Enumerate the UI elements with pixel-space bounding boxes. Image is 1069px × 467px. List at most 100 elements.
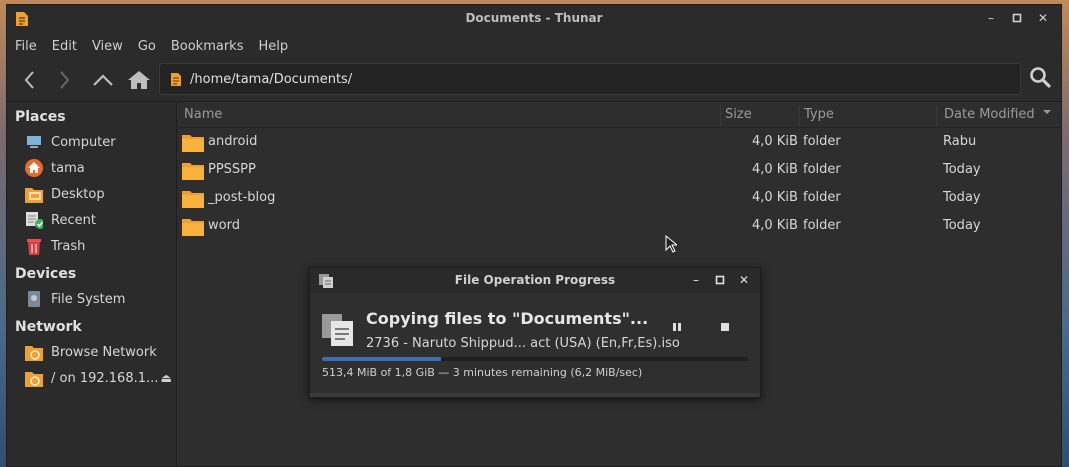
folder-icon	[182, 190, 204, 212]
sidebar-item-browse-network[interactable]: Browse Network	[7, 339, 176, 365]
column-date[interactable]: Date Modified	[944, 107, 1035, 122]
copy-files-icon	[321, 313, 355, 351]
devices-header: Devices	[15, 266, 77, 282]
close-icon[interactable]: ✕	[736, 272, 752, 288]
pause-button[interactable]	[672, 321, 682, 336]
sidebar: Places Computer tama Desktop Recent Tras…	[7, 101, 177, 466]
eject-icon[interactable]: ⏏	[161, 371, 172, 385]
title-bar[interactable]: Documents - Thunar – ✕	[7, 5, 1061, 32]
menu-view[interactable]: View	[92, 39, 123, 54]
sidebar-item-label: Computer	[51, 134, 116, 150]
recent-icon	[25, 211, 43, 229]
chevron-up-icon	[93, 74, 113, 86]
file-type: folder	[803, 134, 841, 149]
column-name[interactable]: Name	[184, 107, 222, 122]
file-name: _post-blog	[208, 190, 276, 205]
column-headers: Name Size Type Date Modified	[178, 102, 1061, 128]
window-title: Documents - Thunar	[465, 11, 603, 25]
sidebar-item-label: Browse Network	[51, 344, 157, 360]
file-size: 4,0 KiB	[752, 218, 798, 233]
network-folder-icon	[25, 343, 43, 361]
computer-icon	[25, 133, 43, 151]
sidebar-item-label: File System	[51, 291, 126, 307]
back-button[interactable]	[13, 64, 45, 96]
home-button[interactable]	[123, 64, 155, 96]
home-folder-icon	[25, 159, 43, 177]
folder-icon	[182, 162, 204, 184]
sidebar-item-computer[interactable]: Computer	[7, 129, 176, 155]
progress-bar	[322, 357, 748, 361]
folder-icon	[182, 134, 204, 156]
search-button[interactable]	[1029, 66, 1051, 92]
minimize-icon[interactable]: –	[983, 10, 999, 26]
menu-bookmarks[interactable]: Bookmarks	[171, 39, 244, 54]
file-row[interactable]: word 4,0 KiB folder Today	[178, 212, 1061, 240]
column-type[interactable]: Type	[804, 107, 834, 122]
sidebar-item-recent[interactable]: Recent	[7, 207, 176, 233]
file-date: Today	[943, 162, 981, 177]
maximize-icon[interactable]	[1009, 10, 1025, 26]
sidebar-item-trash[interactable]: Trash	[7, 233, 176, 259]
file-size: 4,0 KiB	[752, 190, 798, 205]
stop-icon	[721, 323, 729, 331]
sidebar-item-desktop[interactable]: Desktop	[7, 181, 176, 207]
places-header: Places	[15, 109, 66, 125]
dialog-title-bar[interactable]: File Operation Progress – ✕	[310, 268, 760, 293]
current-file: 2736 - Naruto Shippud... act (USA) (En,F…	[366, 336, 680, 351]
sidebar-item-label: / on 192.168.1...	[51, 370, 159, 386]
menu-edit[interactable]: Edit	[52, 39, 77, 54]
stop-button[interactable]	[720, 321, 730, 336]
sidebar-item-label: Desktop	[51, 186, 105, 202]
network-folder-icon	[25, 369, 43, 387]
menu-bar: File Edit View Go Bookmarks Help	[7, 32, 1061, 60]
sidebar-item-label: tama	[51, 160, 85, 176]
maximize-icon[interactable]	[712, 272, 728, 288]
file-date: Today	[943, 190, 981, 205]
home-icon	[128, 71, 150, 89]
mouse-cursor-icon	[665, 234, 679, 257]
progress-status: 513,4 MiB of 1,8 GiB — 3 minutes remaini…	[322, 366, 643, 379]
sidebar-item-remote-share[interactable]: / on 192.168.1... ⏏	[7, 365, 176, 391]
file-row[interactable]: _post-blog 4,0 KiB folder Today	[178, 184, 1061, 212]
folder-icon	[182, 218, 204, 240]
operation-heading: Copying files to "Documents"...	[366, 309, 649, 328]
menu-help[interactable]: Help	[258, 39, 288, 54]
file-type: folder	[803, 162, 841, 177]
drive-icon	[25, 290, 43, 308]
file-type: folder	[803, 218, 841, 233]
menu-go[interactable]: Go	[138, 39, 156, 54]
sidebar-item-tama[interactable]: tama	[7, 155, 176, 181]
pause-icon	[673, 323, 681, 331]
close-icon[interactable]: ✕	[1035, 10, 1051, 26]
file-size: 4,0 KiB	[752, 162, 798, 177]
trash-icon	[25, 237, 43, 255]
chevron-left-icon	[24, 71, 34, 89]
file-row[interactable]: android 4,0 KiB folder Rabu	[178, 128, 1061, 156]
location-path: /home/tama/Documents/	[190, 71, 353, 87]
dialog-footer	[310, 393, 760, 397]
file-row[interactable]: PPSSPP 4,0 KiB folder Today	[178, 156, 1061, 184]
location-bar[interactable]: /home/tama/Documents/	[159, 63, 1021, 95]
file-name: PPSSPP	[208, 162, 256, 177]
column-size[interactable]: Size	[725, 107, 752, 122]
network-header: Network	[15, 319, 82, 335]
toolbar: /home/tama/Documents/	[7, 60, 1061, 102]
file-operation-dialog: File Operation Progress – ✕ Copying file…	[309, 267, 761, 398]
file-name: word	[208, 218, 240, 233]
sidebar-item-label: Trash	[51, 238, 86, 254]
sidebar-item-file-system[interactable]: File System	[7, 286, 176, 312]
sort-desc-icon	[1042, 105, 1052, 123]
document-icon	[171, 72, 181, 86]
sidebar-item-label: Recent	[51, 212, 96, 228]
parent-folder-button[interactable]	[87, 64, 119, 96]
forward-button[interactable]	[49, 64, 81, 96]
minimize-icon[interactable]: –	[688, 272, 704, 288]
file-type: folder	[803, 190, 841, 205]
file-name: android	[208, 134, 258, 149]
chevron-right-icon	[60, 71, 70, 89]
search-icon	[1030, 67, 1051, 88]
desktop-folder-icon	[25, 185, 43, 203]
file-size: 4,0 KiB	[752, 134, 798, 149]
file-date: Today	[943, 218, 981, 233]
menu-file[interactable]: File	[15, 39, 37, 54]
